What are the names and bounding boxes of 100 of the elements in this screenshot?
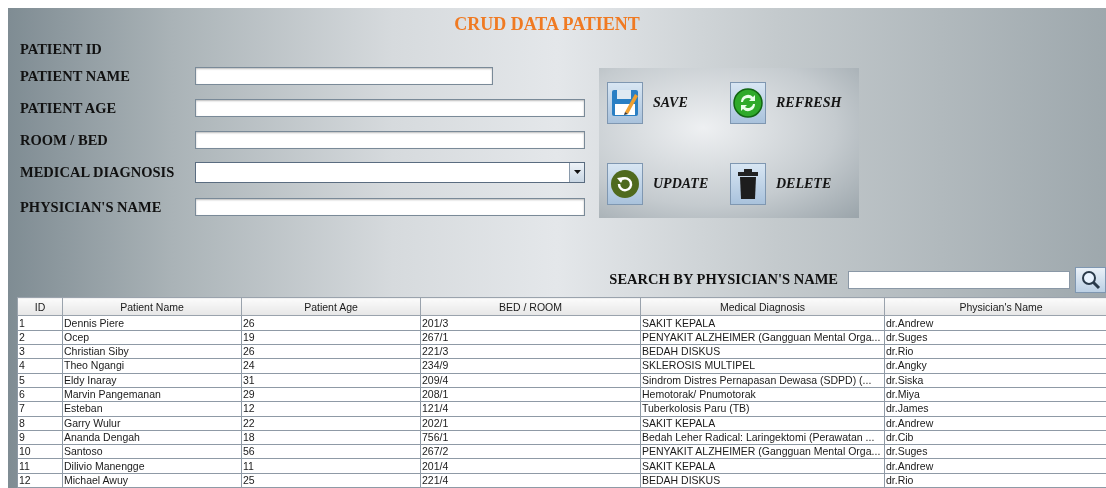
table-cell: dr.Rio: [884, 344, 1106, 359]
table-cell: 1: [17, 315, 63, 331]
field-label: PATIENT AGE: [20, 99, 118, 117]
table-cell: 12: [241, 401, 421, 416]
table-cell: dr.Miya: [884, 387, 1106, 402]
column-header[interactable]: Medical Diagnosis: [640, 297, 885, 316]
table-cell: 267/2: [420, 444, 641, 459]
table-cell: SAKIT KEPALA: [640, 315, 885, 331]
table-cell: 221/4: [420, 473, 641, 488]
table-cell: Hemotorak/ Pnumotorak: [640, 387, 885, 402]
field-label: MEDICAL DIAGNOSIS: [20, 163, 176, 181]
field-label: ROOM / BED: [20, 131, 109, 149]
table-cell: 221/3: [420, 344, 641, 359]
trash-icon: [737, 167, 759, 200]
table-cell: dr.Rio: [884, 473, 1106, 488]
table-cell: BEDAH DISKUS: [640, 344, 885, 359]
table-cell: Garry Wulur: [62, 416, 242, 431]
table-cell: Sindrom Distres Pernapasan Dewasa (SDPD) (...: [640, 373, 885, 388]
table-cell: Ananda Dengah: [62, 430, 242, 445]
caret-icon: [573, 170, 581, 174]
table-cell: dr.Suges: [884, 444, 1106, 459]
table-cell: SAKIT KEPALA: [640, 416, 885, 431]
table-cell: 209/4: [420, 373, 641, 388]
table-cell: Eldy Inaray: [62, 373, 242, 388]
table-cell: 11: [17, 458, 63, 474]
table-cell: Marvin Pangemanan: [62, 387, 242, 402]
table-cell: 6: [17, 387, 63, 402]
table-cell: 22: [241, 416, 421, 431]
table-cell: 2: [17, 330, 63, 345]
table-cell: 19: [241, 330, 421, 345]
column-header[interactable]: Patient Name: [62, 297, 242, 316]
input-field[interactable]: [195, 99, 585, 117]
search-field[interactable]: [848, 270, 1070, 289]
table-cell: 10: [17, 444, 63, 459]
table-cell: 208/1: [420, 387, 641, 402]
table-cell: Tuberkolosis Paru (TB): [640, 401, 885, 416]
field-label: PATIENT ID: [20, 40, 103, 58]
table-cell: Dilivio Manengge: [62, 458, 242, 474]
table-cell: dr.Siska: [884, 373, 1106, 388]
table-cell: 234/9: [420, 358, 641, 374]
refresh-icon: [733, 87, 763, 118]
table-cell: 9: [17, 430, 63, 445]
delete-button[interactable]: DELETE: [730, 161, 851, 206]
table-cell: 29: [241, 387, 421, 402]
table-cell: 201/4: [420, 458, 641, 474]
table-cell: dr.James: [884, 401, 1106, 416]
table-cell: PENYAKIT ALZHEIMER (Gangguan Mental Orga...: [640, 330, 885, 345]
table-cell: 12: [17, 473, 63, 488]
table-cell: Bedah Leher Radical: Laringektomi (Perawatan ...: [640, 430, 885, 445]
table-cell: 56: [241, 444, 421, 459]
table-cell: 201/3: [420, 315, 641, 331]
refresh-button[interactable]: REFRESH: [730, 80, 851, 125]
table-cell: 3: [17, 344, 63, 359]
table-cell: 31: [241, 373, 421, 388]
search-button[interactable]: [1075, 266, 1106, 293]
field-label: PHYSICIAN'S NAME: [20, 198, 163, 216]
column-header[interactable]: Physician's Name: [884, 297, 1106, 316]
table-cell: SAKIT KEPALA: [640, 458, 885, 474]
table-cell: Theo Ngangi: [62, 358, 242, 374]
table-cell: Esteban: [62, 401, 242, 416]
table-cell: 202/1: [420, 416, 641, 431]
table-cell: Christian Siby: [62, 344, 242, 359]
table-cell: dr.Angky: [884, 358, 1106, 374]
table-cell: 18: [241, 430, 421, 445]
update-button[interactable]: UPDATE: [607, 161, 728, 206]
table-cell: 756/1: [420, 430, 641, 445]
table-cell: Michael Awuy: [62, 473, 242, 488]
undo-circle-icon: [610, 168, 640, 199]
input-field[interactable]: [195, 131, 585, 149]
input-field[interactable]: [195, 67, 493, 85]
table-cell: PENYAKIT ALZHEIMER (Gangguan Mental Orga...: [640, 444, 885, 459]
table-cell: dr.Andrew: [884, 416, 1106, 431]
table-cell: SKLEROSIS MULTIPEL: [640, 358, 885, 374]
table-cell: 8: [17, 416, 63, 431]
table-cell: Santoso: [62, 444, 242, 459]
table-cell: BEDAH DISKUS: [640, 473, 885, 488]
window-title: CRUD DATA PATIENT: [453, 13, 641, 36]
dropdown-field[interactable]: [195, 161, 585, 183]
field-label: PATIENT NAME: [20, 67, 131, 85]
table-cell: dr.Cib: [884, 430, 1106, 445]
input-field[interactable]: [195, 198, 585, 216]
search-label: SEARCH BY PHYSICIAN'S NAME: [609, 271, 838, 289]
table-cell: 4: [17, 358, 63, 374]
table-cell: Dennis Piere: [62, 315, 242, 331]
column-header[interactable]: BED / ROOM: [420, 297, 641, 316]
table-cell: Ocep: [62, 330, 242, 345]
table-cell: 11: [241, 458, 421, 474]
table-cell: 26: [241, 344, 421, 359]
table-cell: 267/1: [420, 330, 641, 345]
save-button[interactable]: SAVE: [607, 80, 728, 125]
column-header[interactable]: ID: [17, 297, 63, 316]
table-cell: 24: [241, 358, 421, 374]
table-cell: dr.Suges: [884, 330, 1106, 345]
table-cell: 26: [241, 315, 421, 331]
table-cell: 25: [241, 473, 421, 488]
table-cell: 121/4: [420, 401, 641, 416]
table-cell: 5: [17, 373, 63, 388]
search-icon: [1080, 269, 1101, 290]
table-cell: 7: [17, 401, 63, 416]
column-header[interactable]: Patient Age: [241, 297, 421, 316]
